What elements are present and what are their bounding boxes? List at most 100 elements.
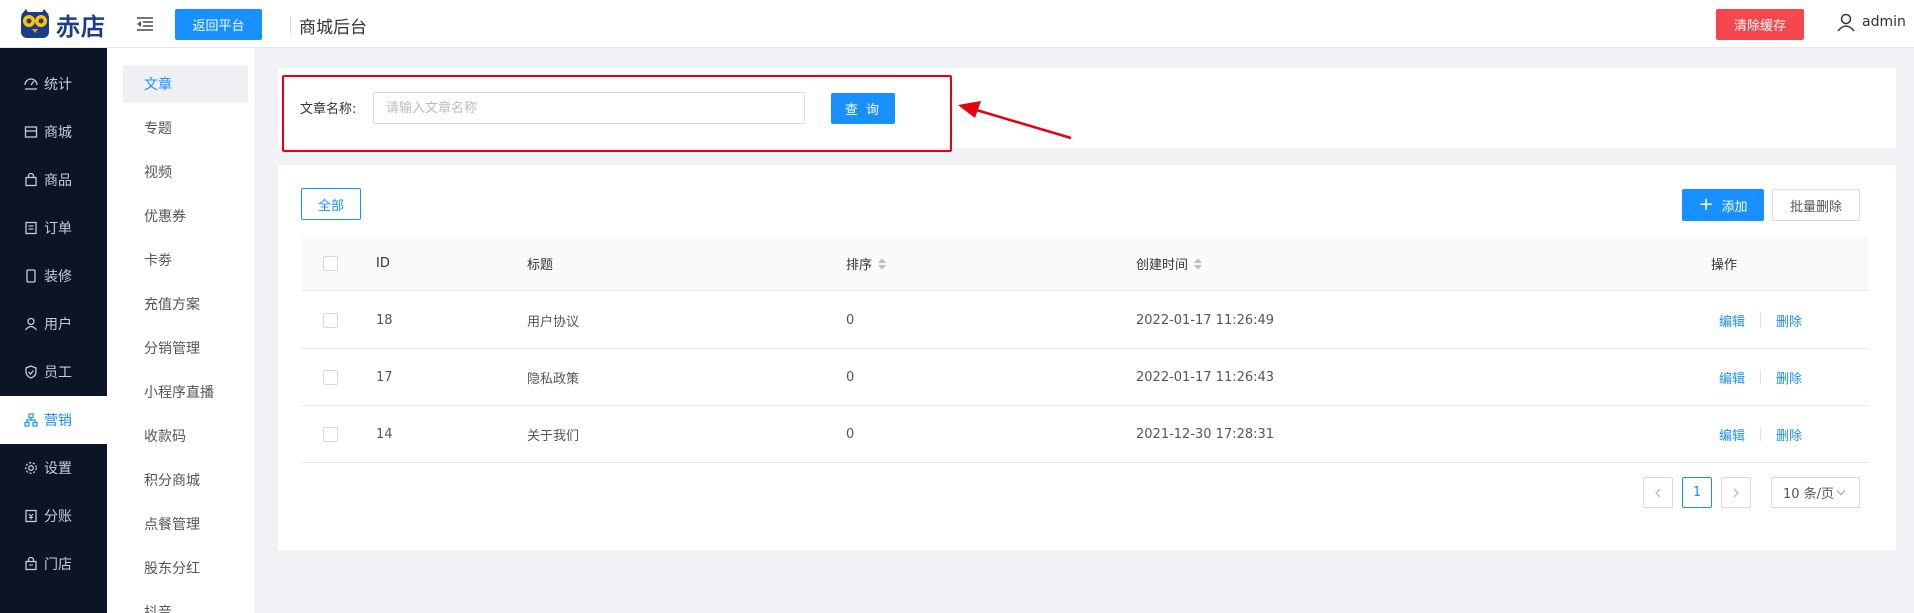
header-created[interactable]: 创建时间 — [1136, 237, 1203, 290]
table-row: 17 隐私政策 0 2022-01-17 11:26:43 编辑 删除 — [301, 349, 1868, 406]
row-select-cell — [323, 349, 338, 405]
select-all-checkbox[interactable] — [323, 256, 338, 271]
cell-title: 隐私政策 — [527, 371, 580, 387]
search-label: 文章名称: — [300, 102, 357, 117]
submenu-item-topics[interactable]: 专题 — [123, 109, 248, 147]
mobile-icon — [26, 269, 36, 283]
sidebar-item-label: 营销 — [44, 413, 72, 429]
sidebar-item-decoration[interactable]: 装修 — [0, 252, 107, 300]
row-checkbox[interactable] — [323, 426, 338, 442]
cell-created: 2021-12-30 17:28:31 — [1136, 426, 1275, 442]
ledger-icon — [25, 509, 37, 523]
row-checkbox[interactable] — [323, 312, 338, 328]
page-size-value: 10 条/页 — [1783, 487, 1835, 502]
cell-title: 用户协议 — [527, 314, 580, 330]
batch-delete-button[interactable]: 批量删除 — [1772, 189, 1860, 221]
sidebar-item-label: 分账 — [44, 509, 72, 525]
sidebar-item-label: 订单 — [44, 221, 72, 237]
store-icon — [24, 126, 38, 138]
search-button[interactable]: 查 询 — [831, 93, 895, 124]
back-to-platform-button[interactable]: 返回平台 — [175, 9, 262, 40]
header-id: ID — [376, 256, 390, 271]
order-list-icon — [25, 221, 37, 235]
action-divider — [1760, 313, 1762, 327]
cell-created: 2022-01-17 11:26:43 — [1136, 369, 1275, 385]
chevron-left-icon — [1655, 488, 1661, 497]
delete-link[interactable]: 删除 — [1776, 425, 1802, 444]
row-select-cell — [323, 292, 338, 348]
plus-icon: + — [1698, 194, 1714, 215]
header-sort[interactable]: 排序 — [846, 237, 887, 290]
sort-icon — [878, 257, 887, 270]
logo[interactable]: 赤店 — [18, 6, 106, 42]
shopping-bag-icon — [25, 173, 37, 187]
submenu-item-articles[interactable]: 文章 — [123, 65, 248, 103]
edit-link[interactable]: 编辑 — [1719, 368, 1745, 387]
top-header: 赤店 返回平台 商城后台 清除缓存 admin — [0, 0, 1914, 48]
header-created-label: 创建时间 — [1136, 258, 1189, 273]
sidebar-item-users[interactable]: 用户 — [0, 300, 107, 348]
cell-sort: 0 — [846, 312, 855, 328]
submenu-item-payment-code[interactable]: 收款码 — [123, 417, 248, 455]
page-size-select[interactable]: 10 条/页 — [1771, 477, 1860, 508]
user-icon — [24, 317, 38, 331]
sidebar-item-split-account[interactable]: 分账 — [0, 492, 107, 540]
submenu-item-recharge-plans[interactable]: 充值方案 — [123, 285, 248, 323]
chevron-down-icon — [1836, 486, 1846, 495]
logo-text: 赤店 — [56, 12, 106, 41]
sidebar-item-label: 用户 — [44, 317, 72, 333]
clear-cache-button[interactable]: 清除缓存 — [1716, 9, 1804, 40]
edit-link[interactable]: 编辑 — [1719, 425, 1745, 444]
delete-link[interactable]: 删除 — [1776, 311, 1802, 330]
sidebar-item-stores[interactable]: 门店 — [0, 540, 107, 588]
cell-id: 18 — [376, 312, 393, 328]
header-divider — [290, 16, 291, 34]
submenu-item-dividends[interactable]: 股东分红 — [123, 549, 248, 587]
sidebar-item-marketing[interactable]: 营销 — [0, 396, 107, 444]
secondary-sidebar: 文章 专题 视频 优惠券 卡劵 充值方案 分销管理 小程序直播 收款码 积分商城… — [107, 48, 256, 613]
submenu-item-points-mall[interactable]: 积分商城 — [123, 461, 248, 499]
shop-icon — [25, 557, 37, 571]
submenu-item-mini-live[interactable]: 小程序直播 — [123, 373, 248, 411]
submenu-item-douyin[interactable]: 抖音 — [123, 593, 248, 613]
sidebar-item-label: 统计 — [44, 77, 72, 93]
next-page-button[interactable] — [1721, 477, 1751, 508]
annotation-arrow-icon — [958, 101, 1072, 140]
page-title: 商城后台 — [299, 18, 367, 38]
row-checkbox[interactable] — [323, 369, 338, 385]
submenu-item-videos[interactable]: 视频 — [123, 153, 248, 191]
sidebar-item-settings[interactable]: 设置 — [0, 444, 107, 492]
sidebar-item-label: 设置 — [44, 461, 72, 477]
cell-actions: 编辑 删除 — [1719, 292, 1802, 348]
add-button[interactable]: + 添加 — [1682, 189, 1764, 221]
delete-link[interactable]: 删除 — [1776, 368, 1802, 387]
sidebar-item-mall[interactable]: 商城 — [0, 108, 107, 156]
prev-page-button[interactable] — [1643, 477, 1673, 508]
menu-collapse-icon[interactable] — [135, 14, 155, 34]
cell-actions: 编辑 删除 — [1719, 406, 1802, 462]
sidebar-item-stats[interactable]: 统计 — [0, 60, 107, 108]
submenu-item-cards[interactable]: 卡劵 — [123, 241, 248, 279]
sidebar-item-products[interactable]: 商品 — [0, 156, 107, 204]
page-number-button[interactable]: 1 — [1682, 477, 1712, 508]
action-divider — [1760, 427, 1762, 441]
sidebar-item-label: 员工 — [44, 365, 72, 381]
sidebar-item-label: 商城 — [44, 125, 72, 141]
sidebar-item-staff[interactable]: 员工 — [0, 348, 107, 396]
table-header: ID 标题 排序 创建时间 操作 — [301, 237, 1868, 291]
sidebar-item-orders[interactable]: 订单 — [0, 204, 107, 252]
edit-link[interactable]: 编辑 — [1719, 311, 1745, 330]
submenu-item-coupons[interactable]: 优惠券 — [123, 197, 248, 235]
network-icon — [24, 413, 38, 427]
cell-sort: 0 — [846, 369, 855, 385]
filter-all-button[interactable]: 全部 — [301, 188, 361, 220]
submenu-item-distribution[interactable]: 分销管理 — [123, 329, 248, 367]
user-menu[interactable]: admin — [1836, 12, 1906, 32]
header-sort-label: 排序 — [846, 258, 873, 273]
owl-logo-icon — [21, 9, 49, 38]
sidebar-item-label: 商品 — [44, 173, 72, 189]
article-name-input[interactable] — [373, 92, 805, 124]
submenu-item-ordering[interactable]: 点餐管理 — [123, 505, 248, 543]
user-icon — [1837, 13, 1855, 32]
sidebar-item-label: 装修 — [44, 269, 72, 285]
